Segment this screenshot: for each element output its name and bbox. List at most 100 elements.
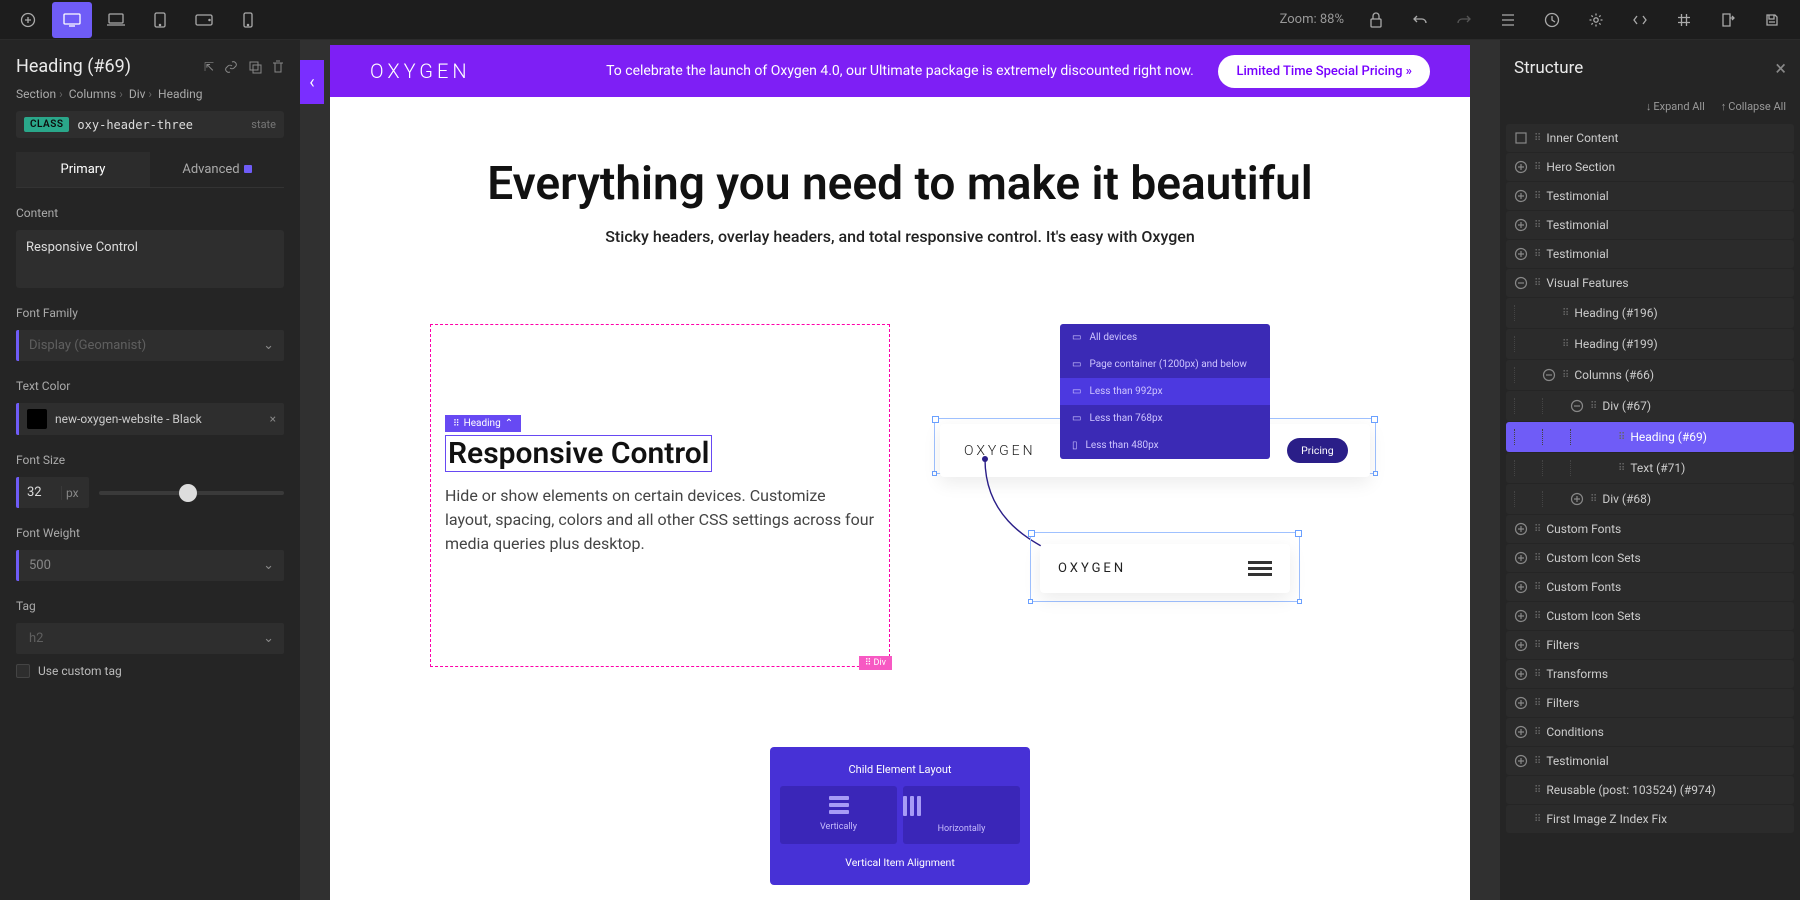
tree-row[interactable]: ⠿Heading (#69) — [1506, 422, 1794, 452]
feature-body[interactable]: Hide or show elements on certain devices… — [445, 484, 875, 556]
selection-label[interactable]: ⠿Heading⌃ — [445, 415, 521, 432]
tree-row[interactable]: ⠿Transforms — [1506, 660, 1794, 688]
text-color-input[interactable]: new-oxygen-website - Black × — [16, 403, 284, 435]
tree-row[interactable]: ⠿Filters — [1506, 689, 1794, 717]
tree-expand-icon[interactable] — [1514, 667, 1528, 681]
tree-row[interactable]: ⠿Inner Content — [1506, 124, 1794, 152]
tree-expand-icon[interactable] — [1514, 696, 1528, 710]
font-size-input[interactable]: px — [16, 477, 89, 508]
tree-row[interactable]: ⠿Heading (#196) — [1506, 298, 1794, 328]
drag-handle-icon[interactable]: ⠿ — [1534, 640, 1540, 651]
export-button[interactable] — [1708, 2, 1748, 38]
tree-expand-icon[interactable] — [1542, 306, 1556, 320]
font-weight-select[interactable]: 500⌄ — [16, 550, 284, 581]
expand-all-button[interactable]: ↓ Expand All — [1646, 100, 1705, 113]
drag-handle-icon[interactable]: ⠿ — [1534, 727, 1540, 738]
drag-handle-icon[interactable]: ⠿ — [1618, 463, 1624, 474]
viewport-landscape-button[interactable] — [184, 2, 224, 38]
tab-primary[interactable]: Primary — [16, 152, 150, 187]
content-input[interactable]: Responsive Control — [16, 230, 284, 288]
tree-row[interactable]: ⠿Custom Fonts — [1506, 515, 1794, 543]
drag-handle-icon[interactable]: ⠿ — [1590, 401, 1596, 412]
tree-expand-icon[interactable] — [1514, 754, 1528, 768]
tree-expand-icon[interactable] — [1514, 131, 1528, 145]
drag-handle-icon[interactable]: ⠿ — [1534, 162, 1540, 173]
tree-expand-icon[interactable] — [1542, 368, 1556, 382]
drag-handle-icon[interactable]: ⠿ — [1562, 308, 1568, 319]
drag-handle-icon[interactable]: ⠿ — [1534, 785, 1540, 796]
add-button[interactable] — [8, 2, 48, 38]
tree-row[interactable]: ⠿Hero Section — [1506, 153, 1794, 181]
undo-button[interactable] — [1400, 2, 1440, 38]
tree-expand-icon[interactable] — [1514, 189, 1528, 203]
collapse-left-panel-button[interactable]: ‹ — [300, 60, 324, 104]
collapse-all-button[interactable]: ↑ Collapse All — [1721, 100, 1786, 113]
tree-row[interactable]: ⠿Conditions — [1506, 718, 1794, 746]
drag-handle-icon[interactable]: ⠿ — [1534, 814, 1540, 825]
color-swatch[interactable] — [27, 409, 47, 429]
tree-expand-icon[interactable] — [1542, 337, 1556, 351]
feature-text-column[interactable]: ⠿Heading⌃ Responsive Control Hide or sho… — [430, 324, 890, 667]
tree-row[interactable]: ⠿Testimonial — [1506, 182, 1794, 210]
drag-handle-icon[interactable]: ⠿ — [1534, 756, 1540, 767]
code-button[interactable] — [1620, 2, 1660, 38]
font-size-slider[interactable] — [99, 491, 284, 495]
tree-expand-icon[interactable] — [1514, 609, 1528, 623]
grid-button[interactable] — [1664, 2, 1704, 38]
tree-expand-icon[interactable] — [1570, 399, 1584, 413]
viewport-laptop-button[interactable] — [96, 2, 136, 38]
drag-handle-icon[interactable]: ⠿ — [1562, 370, 1568, 381]
tree-expand-icon[interactable] — [1514, 551, 1528, 565]
tree-row[interactable]: ⠿Testimonial — [1506, 240, 1794, 268]
lock-button[interactable] — [1356, 2, 1396, 38]
font-size-value[interactable] — [19, 477, 61, 508]
tree-row[interactable]: ⠿First Image Z Index Fix — [1506, 805, 1794, 833]
drag-handle-icon[interactable]: ⠿ — [1534, 524, 1540, 535]
tree-row[interactable]: ⠿Filters — [1506, 631, 1794, 659]
drag-handle-icon[interactable]: ⠿ — [1534, 582, 1540, 593]
tree-expand-icon[interactable] — [1514, 638, 1528, 652]
link-icon[interactable] — [224, 60, 238, 74]
clear-color-icon[interactable]: × — [270, 412, 276, 426]
tree-expand-icon[interactable] — [1598, 430, 1612, 444]
tree-row[interactable]: ⠿Custom Fonts — [1506, 573, 1794, 601]
drag-handle-icon[interactable]: ⠿ — [1534, 669, 1540, 680]
tag-select[interactable]: h2⌄ — [16, 623, 284, 654]
class-state-dropdown[interactable]: state — [251, 118, 276, 131]
tree-row[interactable]: ⠿Visual Features — [1506, 269, 1794, 297]
tree-row[interactable]: ⠿Reusable (post: 103524) (#974) — [1506, 776, 1794, 804]
drag-handle-icon[interactable]: ⠿ — [1534, 553, 1540, 564]
class-selector[interactable]: CLASS oxy-header-three state — [16, 111, 284, 138]
drag-handle-icon[interactable]: ⠿ — [1562, 339, 1568, 350]
hierarchy-icon[interactable]: ⇱ — [204, 60, 214, 74]
tree-row[interactable]: ⠿Testimonial — [1506, 747, 1794, 775]
font-size-unit[interactable]: px — [61, 486, 89, 500]
slider-thumb[interactable] — [179, 484, 197, 502]
drag-handle-icon[interactable]: ⠿ — [1618, 432, 1624, 443]
tree-expand-icon[interactable] — [1514, 522, 1528, 536]
tree-expand-icon[interactable] — [1514, 218, 1528, 232]
drag-handle-icon[interactable]: ⠿ — [1534, 611, 1540, 622]
save-button[interactable] — [1752, 2, 1792, 38]
tree-row[interactable]: ⠿Heading (#199) — [1506, 329, 1794, 359]
page-headline[interactable]: Everything you need to make it beautiful — [370, 157, 1430, 211]
tree-expand-icon[interactable] — [1514, 160, 1528, 174]
close-structure-button[interactable]: × — [1775, 56, 1786, 80]
drag-handle-icon[interactable]: ⠿ — [1534, 698, 1540, 709]
tree-row[interactable]: ⠿Custom Icon Sets — [1506, 602, 1794, 630]
tree-expand-icon[interactable] — [1514, 247, 1528, 261]
tree-row[interactable]: ⠿Div (#68) — [1506, 484, 1794, 514]
tab-advanced[interactable]: Advanced — [150, 152, 284, 187]
drag-handle-icon[interactable]: ⠿ — [1590, 494, 1596, 505]
div-selection-label[interactable]: ⠿ Div — [859, 656, 892, 670]
font-family-select[interactable]: Display (Geomanist)⌄ — [16, 330, 284, 361]
tree-row[interactable]: ⠿Text (#71) — [1506, 453, 1794, 483]
page-canvas[interactable]: OXYGEN To celebrate the launch of Oxygen… — [330, 45, 1470, 900]
tree-row[interactable]: ⠿Testimonial — [1506, 211, 1794, 239]
tree-row[interactable]: ⠿Div (#67) — [1506, 391, 1794, 421]
structure-button[interactable] — [1488, 2, 1528, 38]
tree-row[interactable]: ⠿Columns (#66) — [1506, 360, 1794, 390]
banner-cta-button[interactable]: Limited Time Special Pricing » — [1218, 55, 1430, 88]
redo-button[interactable] — [1444, 2, 1484, 38]
feature-title[interactable]: Responsive Control — [445, 435, 712, 472]
